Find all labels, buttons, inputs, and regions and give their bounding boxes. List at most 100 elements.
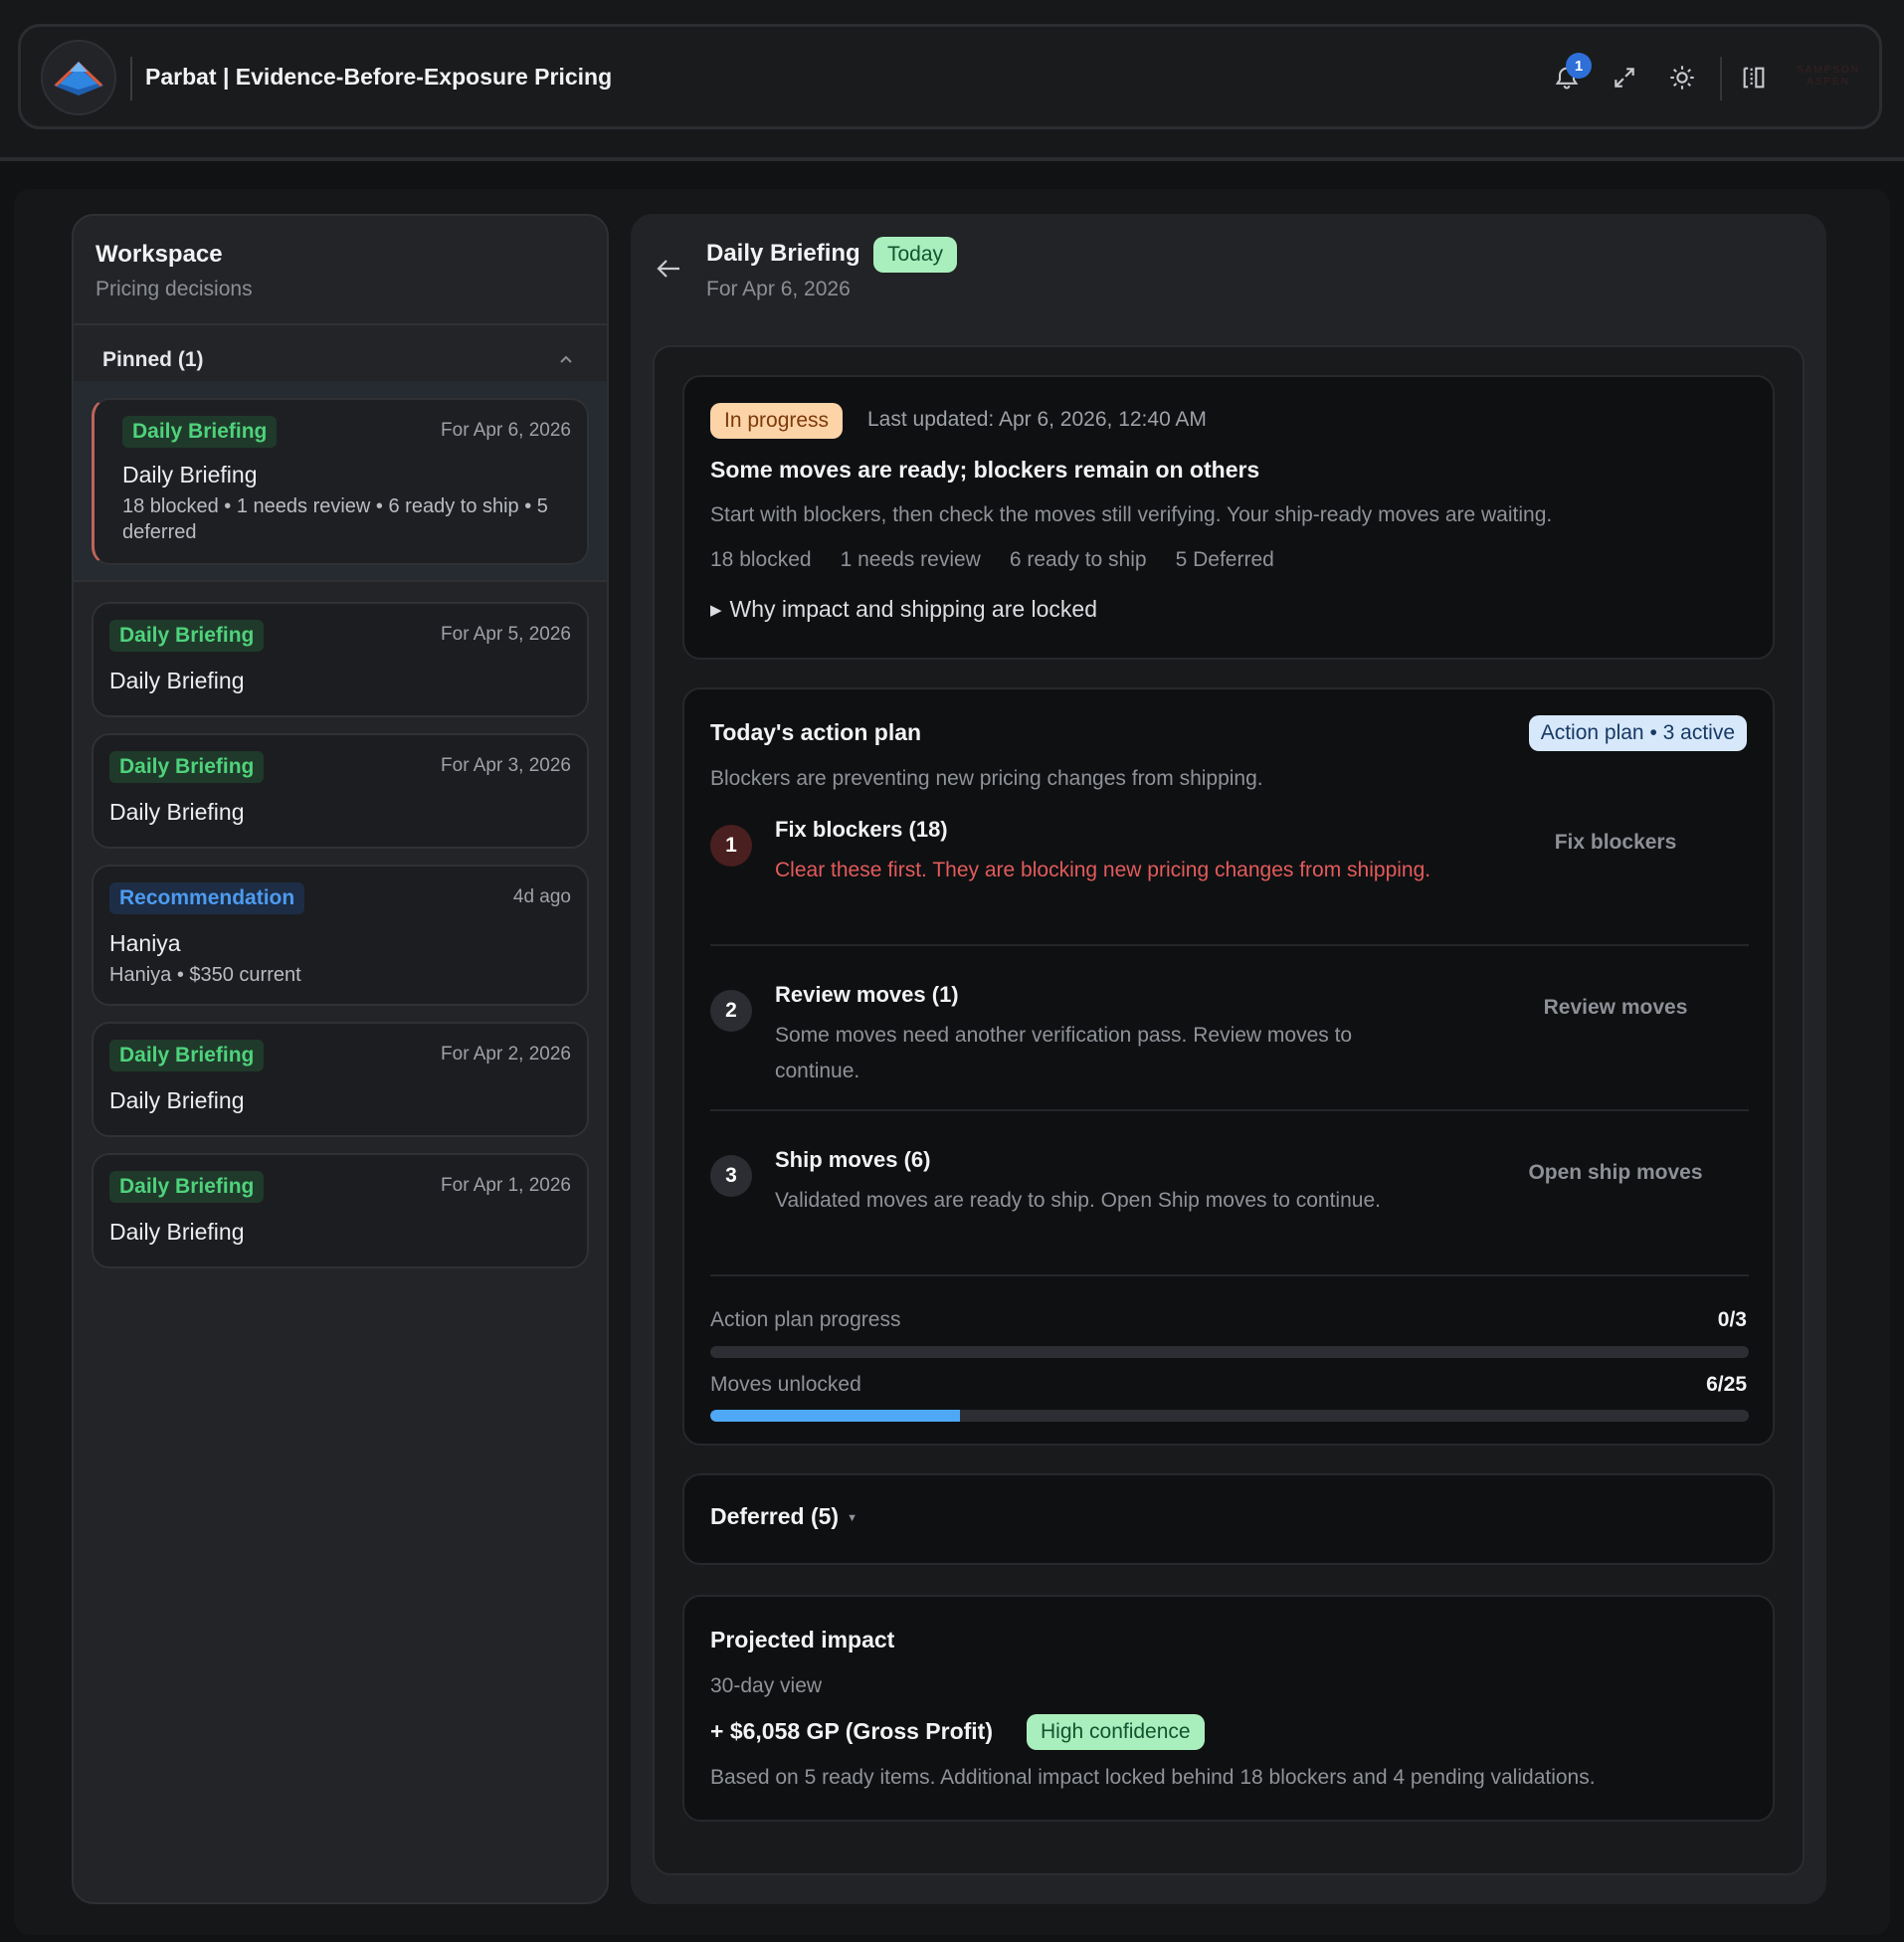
step-description: Some moves need another verification pas… xyxy=(775,1024,1353,1082)
action-step: 2 Review moves (1) Some moves need anoth… xyxy=(710,976,1749,1125)
step-title: Review moves (1) xyxy=(775,982,959,1007)
impact-note: Based on 5 ready items. Additional impac… xyxy=(710,1766,1596,1789)
card-date: For Apr 2, 2026 xyxy=(441,1044,571,1065)
sidebar-panel-icon xyxy=(1743,67,1765,89)
fix-blockers-button[interactable]: Fix blockers xyxy=(1486,821,1745,865)
divider xyxy=(710,1274,1749,1276)
workspace-subtitle: Pricing decisions xyxy=(95,278,253,300)
fullscreen-button[interactable] xyxy=(1602,55,1647,100)
pinned-briefing-card[interactable]: Daily Briefing For Apr 6, 2026 Daily Bri… xyxy=(92,398,589,565)
divider xyxy=(710,944,1749,946)
header-divider-right xyxy=(1720,57,1722,100)
action-step: 3 Ship moves (6) Validated moves are rea… xyxy=(710,1141,1749,1290)
deferred-section: Deferred (5) ▼ xyxy=(682,1473,1775,1565)
step-number: 3 xyxy=(710,1155,752,1197)
briefing-content: In progress Last updated: Apr 6, 2026, 1… xyxy=(653,345,1805,1875)
stat-deferred: 5 Deferred xyxy=(1175,548,1274,571)
arrow-left-icon xyxy=(657,260,679,278)
divider xyxy=(74,323,607,325)
divider xyxy=(710,1109,1749,1111)
card-date: For Apr 1, 2026 xyxy=(441,1175,571,1196)
card-date: For Apr 3, 2026 xyxy=(441,755,571,776)
workspace-title: Workspace xyxy=(95,241,223,268)
collapse-pinned-button[interactable] xyxy=(551,345,581,375)
card-type-chip: Recommendation xyxy=(109,882,305,914)
progress-fill xyxy=(710,1410,960,1422)
action-plan-progress-value: 0/3 xyxy=(1717,1308,1747,1331)
moves-unlocked-label: Moves unlocked xyxy=(710,1373,861,1396)
card-title: Daily Briefing xyxy=(109,1087,245,1113)
status-section: In progress Last updated: Apr 6, 2026, 1… xyxy=(682,375,1775,660)
header: Parbat | Evidence-Before-Exposure Pricin… xyxy=(18,24,1882,129)
card-type-chip: Daily Briefing xyxy=(122,416,278,448)
why-locked-label: Why impact and shipping are locked xyxy=(729,596,1098,622)
card-date: For Apr 6, 2026 xyxy=(441,420,571,441)
notification-badge: 1 xyxy=(1566,53,1592,79)
theme-toggle-button[interactable] xyxy=(1659,55,1705,100)
disclosure-triangle-icon: ▶ xyxy=(710,602,722,619)
confidence-badge: High confidence xyxy=(1027,1714,1205,1750)
card-type-chip: Daily Briefing xyxy=(109,1040,265,1071)
caret-down-icon: ▼ xyxy=(847,1512,857,1524)
stat-ready-to-ship: 6 ready to ship xyxy=(1009,548,1147,571)
card-title: Daily Briefing xyxy=(122,462,258,487)
deferred-toggle[interactable]: Deferred (5) ▼ xyxy=(710,1503,857,1530)
card-type-chip: Daily Briefing xyxy=(109,751,265,783)
app-logo[interactable] xyxy=(41,40,116,115)
action-plan-progress-label: Action plan progress xyxy=(710,1308,901,1331)
page-title: Daily Briefing xyxy=(706,240,860,267)
projected-impact-section: Projected impact 30-day view + $6,058 GP… xyxy=(682,1595,1775,1822)
chevron-up-icon xyxy=(560,355,572,363)
impact-value: + $6,058 GP (Gross Profit) xyxy=(710,1718,993,1744)
stat-needs-review: 1 needs review xyxy=(840,548,981,571)
brand-logo: SAMPSON ASPEN xyxy=(1796,65,1860,88)
back-button[interactable] xyxy=(651,251,686,287)
step-number: 1 xyxy=(710,825,752,867)
stat-blocked: 18 blocked xyxy=(710,548,812,571)
today-badge: Today xyxy=(873,237,958,273)
card-title: Daily Briefing xyxy=(109,1219,245,1245)
action-plan-title: Today's action plan xyxy=(710,719,922,745)
action-step: 1 Fix blockers (18) Clear these first. T… xyxy=(710,811,1749,960)
card-date: 4d ago xyxy=(512,886,571,907)
status-description: Start with blockers, then check the move… xyxy=(710,503,1553,526)
briefing-card[interactable]: Daily Briefing For Apr 2, 2026 Daily Bri… xyxy=(92,1022,589,1137)
action-plan-description: Blockers are preventing new pricing chan… xyxy=(710,767,1263,790)
briefing-card[interactable]: Daily Briefing For Apr 5, 2026 Daily Bri… xyxy=(92,602,589,717)
page-subtitle: For Apr 6, 2026 xyxy=(706,278,851,300)
step-title: Ship moves (6) xyxy=(775,1147,931,1172)
expand-icon xyxy=(1615,68,1634,88)
panel-toggle-button[interactable] xyxy=(1731,55,1777,100)
last-updated: Last updated: Apr 6, 2026, 12:40 AM xyxy=(867,408,1207,431)
card-summary: 18 blocked • 1 needs review • 6 ready to… xyxy=(122,495,548,543)
impact-title: Projected impact xyxy=(710,1627,895,1652)
deferred-title: Deferred (5) xyxy=(710,1503,840,1529)
mountain-logo-icon xyxy=(54,61,103,96)
card-title: Daily Briefing xyxy=(109,668,245,693)
step-title: Fix blockers (18) xyxy=(775,817,948,842)
step-description: Validated moves are ready to ship. Open … xyxy=(775,1189,1381,1212)
card-title: Haniya xyxy=(109,930,181,956)
recommendation-card[interactable]: Recommendation 4d ago Haniya Haniya • $3… xyxy=(92,865,589,1006)
status-headline: Some moves are ready; blockers remain on… xyxy=(710,457,1260,483)
briefing-card[interactable]: Daily Briefing For Apr 3, 2026 Daily Bri… xyxy=(92,733,589,849)
top-bar: Parbat | Evidence-Before-Exposure Pricin… xyxy=(0,0,1904,161)
moves-unlocked-value: 6/25 xyxy=(1706,1373,1747,1396)
card-title: Daily Briefing xyxy=(109,799,245,825)
why-locked-disclosure[interactable]: ▶ Why impact and shipping are locked xyxy=(710,596,1097,623)
divider xyxy=(74,580,607,582)
review-moves-button[interactable]: Review moves xyxy=(1486,986,1745,1030)
card-date: For Apr 5, 2026 xyxy=(441,624,571,645)
briefing-card[interactable]: Daily Briefing For Apr 1, 2026 Daily Bri… xyxy=(92,1153,589,1268)
open-ship-moves-button[interactable]: Open ship moves xyxy=(1486,1151,1745,1195)
step-number: 2 xyxy=(710,990,752,1032)
step-description: Clear these first. They are blocking new… xyxy=(775,859,1431,881)
header-divider xyxy=(130,57,132,100)
card-type-chip: Daily Briefing xyxy=(109,620,265,652)
pinned-section-label: Pinned (1) xyxy=(102,348,204,371)
status-badge: In progress xyxy=(710,403,844,439)
card-type-chip: Daily Briefing xyxy=(109,1171,265,1203)
app-title: Parbat | Evidence-Before-Exposure Pricin… xyxy=(145,64,613,90)
moves-unlocked-bar xyxy=(710,1410,1749,1422)
action-plan-section: Today's action plan Action plan • 3 acti… xyxy=(682,687,1775,1446)
